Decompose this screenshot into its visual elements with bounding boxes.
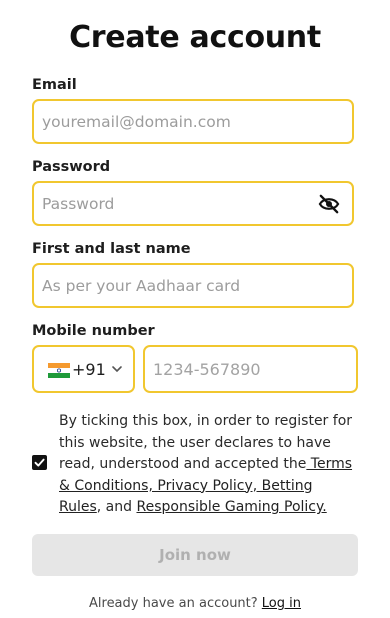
india-flag-icon bbox=[48, 363, 70, 378]
email-label: Email bbox=[32, 77, 77, 93]
consent-text-and: , and bbox=[96, 499, 137, 515]
chevron-down-icon bbox=[112, 366, 122, 373]
name-field[interactable]: As per your Aadhaar card bbox=[32, 263, 354, 308]
consent-checkbox[interactable] bbox=[32, 455, 47, 470]
login-prompt: Already have an account? Log in bbox=[0, 596, 390, 611]
mobile-label: Mobile number bbox=[32, 323, 155, 339]
country-code-select[interactable]: +91 bbox=[32, 345, 135, 393]
login-prompt-text: Already have an account? bbox=[89, 596, 262, 611]
join-now-button[interactable]: Join now bbox=[32, 534, 358, 576]
page-title: Create account bbox=[69, 20, 321, 55]
password-label: Password bbox=[32, 159, 111, 175]
login-link[interactable]: Log in bbox=[262, 596, 301, 611]
password-placeholder: Password bbox=[42, 195, 115, 213]
checkmark-icon bbox=[34, 458, 45, 467]
consent-text: By ticking this box, in order to registe… bbox=[59, 411, 359, 519]
eye-slash-icon[interactable] bbox=[318, 194, 340, 214]
phone-number-field[interactable]: 1234-567890 bbox=[143, 345, 358, 393]
name-placeholder: As per your Aadhaar card bbox=[42, 277, 241, 295]
name-label: First and last name bbox=[32, 241, 191, 257]
responsible-gaming-link[interactable]: Responsible Gaming Policy. bbox=[136, 499, 326, 515]
email-placeholder: youremail@domain.com bbox=[42, 113, 231, 131]
email-field[interactable]: youremail@domain.com bbox=[32, 99, 354, 144]
phone-placeholder: 1234-567890 bbox=[153, 360, 261, 379]
country-code-value: +91 bbox=[72, 360, 106, 379]
password-field[interactable]: Password bbox=[32, 181, 354, 226]
